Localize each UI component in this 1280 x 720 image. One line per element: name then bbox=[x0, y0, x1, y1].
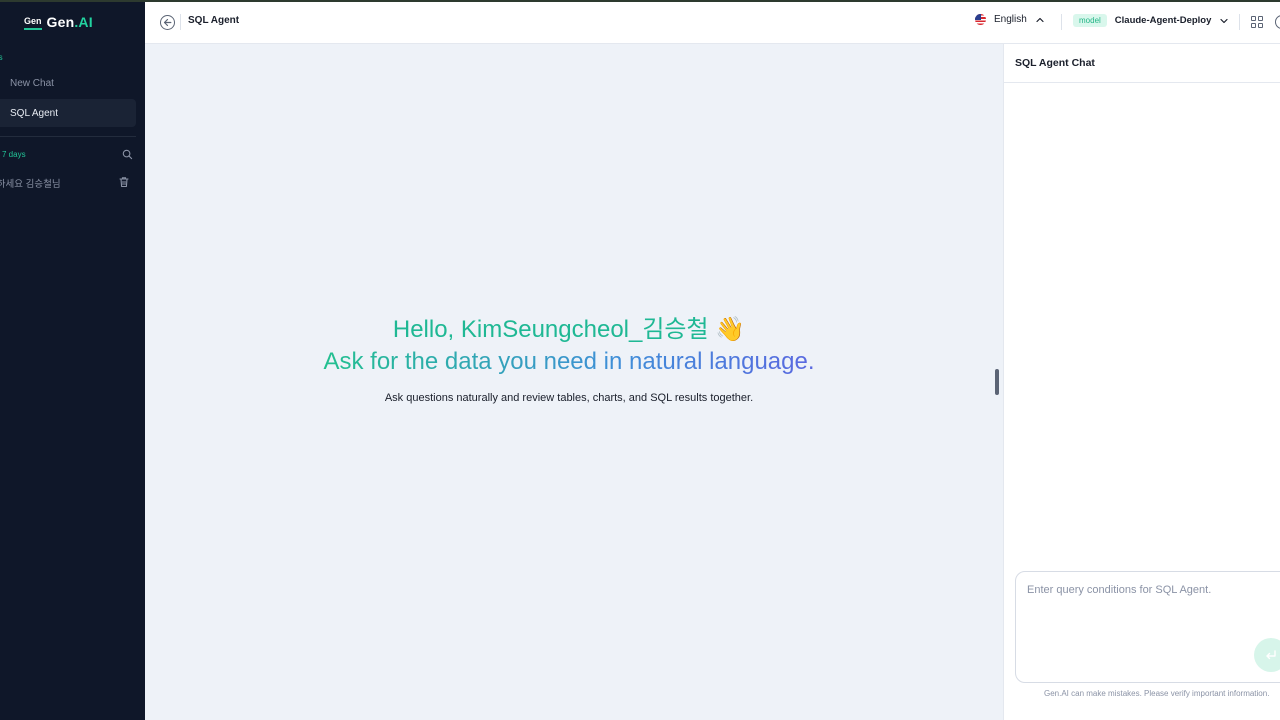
logo-badge: Gen bbox=[24, 15, 42, 30]
page-title: SQL Agent bbox=[188, 15, 240, 26]
us-flag-icon bbox=[975, 14, 986, 25]
sidebar-item-label: New Chat bbox=[10, 77, 54, 89]
logo-name: Gen bbox=[46, 14, 75, 30]
welcome-message: Hello, KimSeungcheol_김승철 👋 Ask for the d… bbox=[145, 314, 993, 404]
logo-text: Gen.AI bbox=[47, 14, 93, 30]
history-item[interactable]: 녕하세요 김승철님 bbox=[0, 176, 61, 190]
back-arrow-icon bbox=[163, 18, 172, 27]
topbar-divider bbox=[1239, 14, 1240, 30]
greeting-text: Hello, KimSeungcheol_김승철 👋 bbox=[392, 316, 746, 343]
history-header: 7 days bbox=[2, 150, 26, 159]
chat-input-box bbox=[1015, 571, 1280, 683]
sidebar-item-label: SQL Agent bbox=[10, 107, 58, 119]
sidebar-item-sql-agent[interactable]: SQL Agent bbox=[0, 99, 136, 127]
sidebar-divider bbox=[0, 136, 136, 137]
logo-suffix: .AI bbox=[74, 14, 93, 30]
sidebar-item-new-chat[interactable]: New Chat bbox=[0, 69, 136, 97]
send-icon bbox=[1266, 650, 1276, 660]
sidebar-section-label: ools bbox=[0, 53, 3, 62]
window-top-border bbox=[0, 0, 1280, 2]
model-badge: model bbox=[1073, 14, 1107, 27]
panel-divider bbox=[1004, 82, 1280, 83]
panel-title: SQL Agent Chat bbox=[1015, 57, 1095, 69]
send-button[interactable] bbox=[1254, 638, 1280, 672]
help-icon[interactable] bbox=[1275, 15, 1280, 29]
model-name: Claude-Agent-Deploy bbox=[1114, 15, 1212, 26]
app-logo[interactable]: Gen Gen.AI bbox=[24, 14, 93, 30]
headline-text: Ask for the data you need in natural lan… bbox=[323, 346, 814, 378]
subtext: Ask questions naturally and review table… bbox=[384, 392, 754, 404]
sidebar: Gen Gen.AI ools New Chat SQL Agent 7 day… bbox=[0, 0, 145, 720]
back-button[interactable] bbox=[160, 15, 175, 30]
grid-icon[interactable] bbox=[1251, 16, 1263, 28]
language-selector[interactable]: English bbox=[975, 14, 1045, 25]
trash-icon[interactable] bbox=[118, 176, 130, 188]
chat-panel: SQL Agent Chat Gen.AI can make mistakes.… bbox=[1003, 44, 1280, 720]
query-input[interactable] bbox=[1027, 584, 1267, 664]
main-area: Hello, KimSeungcheol_김승철 👋 Ask for the d… bbox=[145, 44, 993, 720]
topbar-divider bbox=[1061, 14, 1062, 30]
chevron-up-icon bbox=[1036, 17, 1044, 22]
topbar-divider bbox=[180, 14, 181, 30]
top-bar: SQL Agent English model Claude-Agent-Dep… bbox=[145, 0, 1280, 44]
disclaimer-text: Gen.AI can make mistakes. Please verify … bbox=[1044, 689, 1270, 698]
chevron-down-icon bbox=[1220, 18, 1228, 23]
language-label: English bbox=[994, 14, 1027, 25]
model-selector[interactable]: model Claude-Agent-Deploy bbox=[1073, 14, 1229, 27]
resize-handle[interactable] bbox=[995, 369, 999, 395]
search-icon[interactable] bbox=[122, 149, 133, 160]
